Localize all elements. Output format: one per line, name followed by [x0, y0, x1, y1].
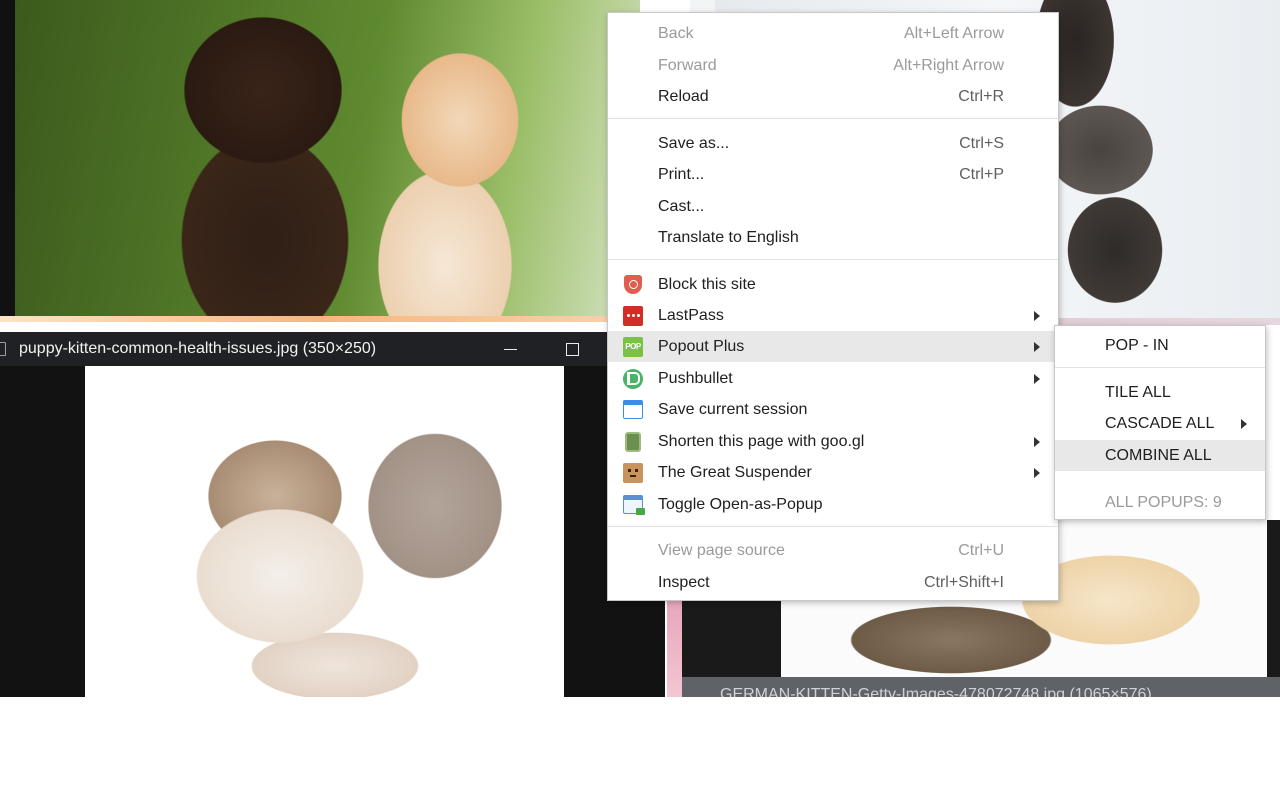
- submenu-arrow-icon: [1034, 467, 1040, 478]
- menu-item-label: Pushbullet: [658, 369, 733, 387]
- maximize-button[interactable]: [542, 332, 602, 366]
- menu-separator: [608, 118, 1058, 119]
- puppy-kissing-kitten-photo: [15, 0, 640, 316]
- context-menu: Back Alt+Left Arrow Forward Alt+Right Ar…: [607, 12, 1059, 601]
- submenu-item-cascade-all[interactable]: CASCADE ALL: [1055, 408, 1265, 439]
- menu-separator: [608, 259, 1058, 260]
- popout-plus-icon: POP: [623, 336, 643, 357]
- menu-separator: [1055, 367, 1265, 368]
- save-session-icon: [623, 400, 643, 420]
- menu-item-label: Block this site: [658, 275, 756, 293]
- submenu-item-combine-all[interactable]: COMBINE ALL: [1055, 440, 1265, 471]
- menu-item-popout-plus[interactable]: POP Popout Plus: [608, 331, 1058, 362]
- window-titlebar[interactable]: puppy-kitten-common-health-issues.jpg (3…: [0, 332, 665, 366]
- menu-item-label: Inspect: [658, 573, 710, 591]
- menu-item-reload[interactable]: Reload Ctrl+R: [608, 81, 1058, 112]
- menu-item-label: LastPass: [658, 306, 724, 324]
- menu-item-shortcut: Ctrl+U: [958, 541, 1004, 559]
- menu-item-shortcut: Ctrl+R: [958, 87, 1004, 105]
- popout-plus-submenu: POP - IN TILE ALL CASCADE ALL COMBINE AL…: [1054, 325, 1266, 520]
- minimize-button[interactable]: [480, 332, 540, 366]
- menu-item-label: Reload: [658, 87, 709, 105]
- menu-item-label: Popout Plus: [658, 337, 745, 355]
- menu-item-shortcut: Ctrl+S: [959, 134, 1004, 152]
- image-window-top-left: [0, 0, 640, 322]
- window-title: GERMAN-KITTEN-Getty-Images-478072748.jpg…: [720, 686, 1152, 697]
- window-edge: [0, 316, 640, 322]
- menu-item-forward[interactable]: Forward Alt+Right Arrow: [608, 50, 1058, 81]
- menu-item-label: Print...: [658, 165, 705, 183]
- menu-item-label: Toggle Open-as-Popup: [658, 495, 823, 513]
- menu-item-lastpass[interactable]: LastPass: [608, 300, 1058, 331]
- submenu-arrow-icon: [1241, 418, 1247, 429]
- menu-item-label: Save current session: [658, 400, 808, 418]
- lastpass-icon: [623, 305, 643, 326]
- menu-item-print[interactable]: Print... Ctrl+P: [608, 159, 1058, 190]
- menu-item-save-as[interactable]: Save as... Ctrl+S: [608, 128, 1058, 159]
- menu-item-cast[interactable]: Cast...: [608, 191, 1058, 222]
- menu-item-label: Save as...: [658, 134, 730, 152]
- menu-separator: [608, 526, 1058, 527]
- great-suspender-icon: [623, 462, 643, 483]
- menu-item-label: COMBINE ALL: [1105, 446, 1212, 464]
- submenu-arrow-icon: [1034, 373, 1040, 384]
- minimize-icon: [503, 348, 517, 350]
- maximize-icon: [565, 342, 579, 356]
- menu-item-shortcut: Ctrl+P: [959, 165, 1004, 183]
- menu-item-great-suspender[interactable]: The Great Suspender: [608, 457, 1058, 488]
- menu-item-save-session[interactable]: Save current session: [608, 394, 1058, 425]
- window-title: puppy-kitten-common-health-issues.jpg (3…: [19, 340, 377, 357]
- block-site-icon: [623, 275, 643, 295]
- menu-item-label: Translate to English: [658, 228, 799, 246]
- googl-icon: [623, 431, 643, 452]
- submenu-item-tile-all[interactable]: TILE ALL: [1055, 377, 1265, 408]
- menu-item-back[interactable]: Back Alt+Left Arrow: [608, 18, 1058, 49]
- menu-item-shortcut: Alt+Left Arrow: [903, 24, 1004, 42]
- menu-item-label: ALL POPUPS: 9: [1105, 493, 1222, 511]
- menu-item-shorten-googl[interactable]: Shorten this page with goo.gl: [608, 426, 1058, 457]
- submenu-arrow-icon: [1034, 310, 1040, 321]
- menu-item-label: CASCADE ALL: [1105, 414, 1215, 432]
- window-titlebar[interactable]: GERMAN-KITTEN-Getty-Images-478072748.jpg…: [682, 677, 1280, 697]
- menu-item-label: Forward: [658, 56, 717, 74]
- menu-item-label: Shorten this page with goo.gl: [658, 432, 865, 450]
- pushbullet-icon: [623, 368, 643, 389]
- menu-item-label: POP - IN: [1105, 336, 1169, 354]
- menu-item-view-source[interactable]: View page source Ctrl+U: [608, 535, 1058, 566]
- menu-item-pushbullet[interactable]: Pushbullet: [608, 363, 1058, 394]
- submenu-arrow-icon: [1034, 436, 1040, 447]
- submenu-arrow-icon: [1034, 341, 1040, 352]
- open-as-popup-icon: [623, 495, 645, 515]
- menu-item-block-site[interactable]: Block this site: [608, 269, 1058, 300]
- menu-item-translate[interactable]: Translate to English: [608, 222, 1058, 253]
- husky-puppy-and-kitten-photo: [85, 366, 564, 697]
- submenu-item-all-popups: ALL POPUPS: 9: [1055, 487, 1265, 518]
- menu-item-label: Cast...: [658, 197, 705, 215]
- image-window-bottom-left[interactable]: puppy-kitten-common-health-issues.jpg (3…: [0, 332, 665, 697]
- submenu-item-pop-in[interactable]: POP - IN: [1055, 330, 1265, 361]
- menu-item-label: View page source: [658, 541, 785, 559]
- menu-item-label: Back: [658, 24, 694, 42]
- menu-item-label: The Great Suspender: [658, 463, 812, 481]
- menu-item-shortcut: Alt+Right Arrow: [893, 56, 1004, 74]
- menu-item-inspect[interactable]: Inspect Ctrl+Shift+I: [608, 567, 1058, 598]
- menu-item-label: TILE ALL: [1105, 383, 1171, 401]
- page-icon: [0, 342, 6, 356]
- menu-item-toggle-open-as-popup[interactable]: Toggle Open-as-Popup: [608, 489, 1058, 520]
- menu-item-shortcut: Ctrl+Shift+I: [923, 573, 1004, 591]
